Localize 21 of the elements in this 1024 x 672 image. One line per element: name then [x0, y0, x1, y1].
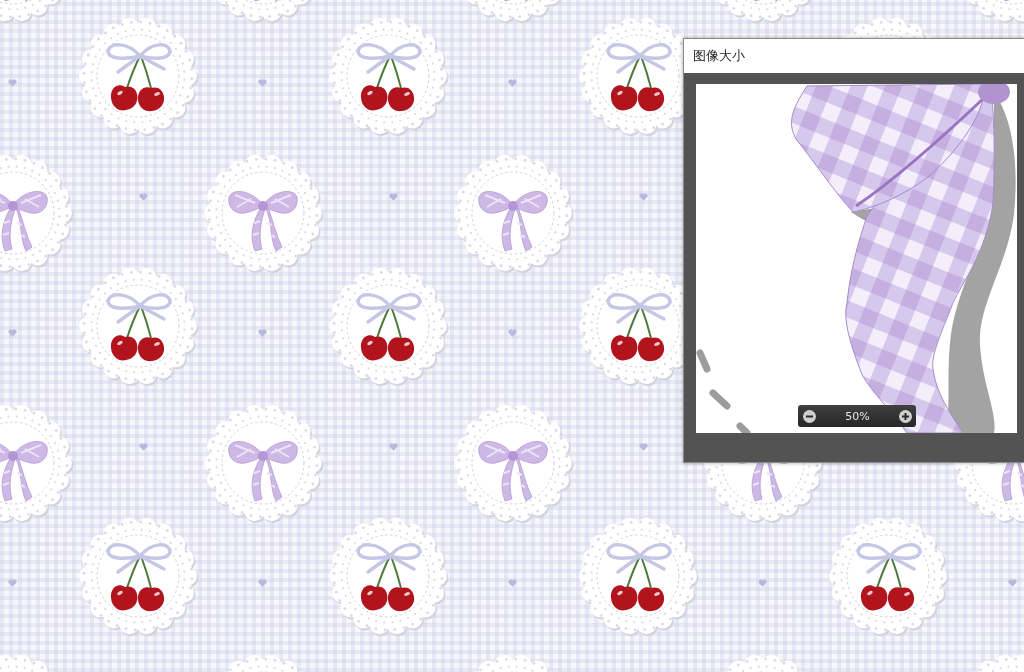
- heart-icon: [638, 443, 648, 451]
- heart-icon: [257, 579, 267, 587]
- zoom-level-text: 50%: [845, 409, 870, 423]
- zoom-in-icon[interactable]: [899, 409, 912, 423]
- heart-icon: [507, 329, 517, 337]
- heart-icon: [138, 443, 148, 451]
- heart-icon: [7, 79, 17, 87]
- heart-icon: [7, 579, 17, 587]
- heart-icon: [638, 193, 648, 201]
- heart-icon: [757, 579, 767, 587]
- heart-icon: [1007, 579, 1017, 587]
- heart-icon: [388, 443, 398, 451]
- dialog-title: 图像大小: [693, 47, 745, 65]
- heart-icon: [257, 329, 267, 337]
- heart-icon: [388, 193, 398, 201]
- heart-icon: [7, 329, 17, 337]
- heart-icon: [138, 193, 148, 201]
- heart-icon: [507, 579, 517, 587]
- heart-icon: [257, 79, 267, 87]
- zoom-out-icon[interactable]: [803, 409, 816, 423]
- heart-icon: [507, 79, 517, 87]
